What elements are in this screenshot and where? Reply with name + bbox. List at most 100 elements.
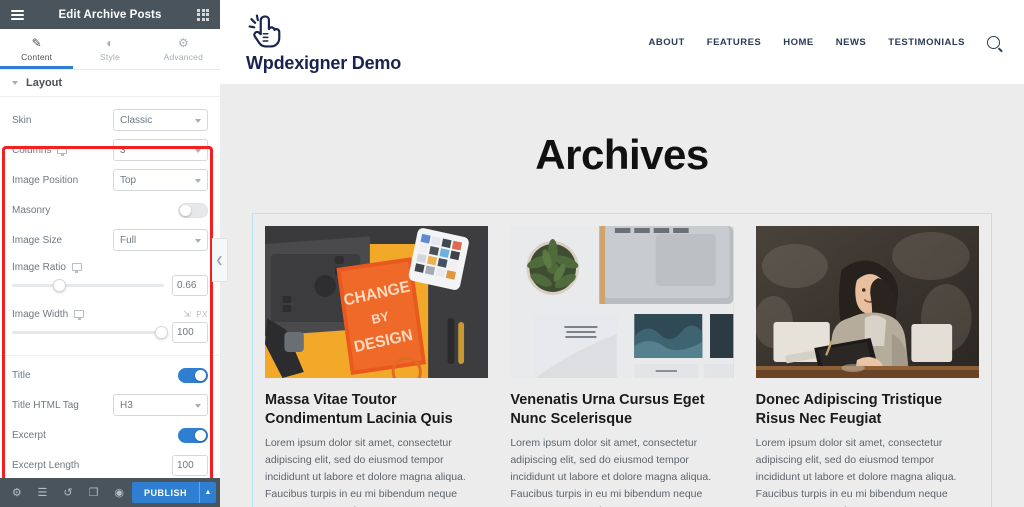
image-width-units: ⇲ PX (183, 309, 208, 320)
control-skin-label: Skin (12, 114, 32, 126)
control-excerpt-length: Excerpt Length (12, 450, 208, 478)
control-image-position-label: Image Position (12, 174, 79, 186)
image-ratio-slider[interactable] (12, 278, 164, 292)
post-title[interactable]: Massa Vitae Toutor Condimentum Lacinia Q… (265, 391, 488, 428)
skin-select[interactable]: Classic (113, 109, 208, 131)
gear-icon: ⚙ (177, 35, 189, 50)
site-header: Wpdexigner Demo ABOUT FEATURES HOME NEWS… (220, 0, 1024, 85)
post-thumbnail[interactable]: CHANGE BY DESIGN (265, 226, 489, 378)
image-position-select[interactable]: Top (113, 169, 208, 191)
section-layout-header[interactable]: Layout (0, 70, 220, 97)
image-width-slider-handle[interactable] (154, 325, 168, 339)
control-image-width-text: Image Width (12, 308, 69, 320)
caret-down-icon (12, 81, 18, 85)
control-title-label: Title (12, 369, 31, 381)
masonry-toggle-knob (180, 204, 191, 216)
preview-canvas: Wpdexigner Demo ABOUT FEATURES HOME NEWS… (220, 0, 1024, 507)
post-image-desk-orange: CHANGE BY DESIGN (265, 226, 489, 378)
image-width-slider[interactable] (12, 325, 168, 339)
archive-posts-widget[interactable]: CHANGE BY DESIGN Massa Vitae Toutor Cond… (252, 213, 992, 507)
hamburger-menu-icon[interactable] (8, 6, 26, 24)
skin-select-wrap: Classic (113, 109, 208, 131)
title-toggle[interactable] (178, 367, 208, 383)
control-title-html-tag-label: Title HTML Tag (12, 399, 79, 411)
pencil-icon: ✎ (31, 35, 42, 50)
nav-item-features[interactable]: FEATURES (707, 37, 762, 48)
columns-select-wrap: 3 (113, 139, 208, 161)
tab-style-label: Style (100, 51, 120, 62)
post-excerpt: Lorem ipsum dolor sit amet, consectetur … (265, 437, 466, 507)
grid-apps-icon[interactable] (194, 6, 212, 24)
tab-style[interactable]: ◐ Style (73, 29, 146, 69)
pointing-hand-icon (248, 13, 281, 48)
post-card[interactable]: Venenatis Urna Cursus Eget Nunc Sceleris… (510, 226, 734, 507)
section-layout-title: Layout (26, 77, 63, 89)
image-width-input[interactable] (172, 322, 208, 343)
units-link-icon[interactable]: ⇲ (183, 309, 191, 320)
title-html-tag-select[interactable]: H3 (113, 394, 208, 416)
tab-content[interactable]: ✎ Content (0, 29, 74, 69)
control-excerpt-length-label: Excerpt Length (12, 459, 80, 471)
caret-up-icon[interactable]: ▲ (199, 482, 216, 503)
control-excerpt: Excerpt (12, 420, 208, 450)
post-thumbnail[interactable] (755, 226, 979, 378)
desktop-icon[interactable] (74, 310, 85, 320)
image-position-select-wrap: Top (113, 169, 208, 191)
image-width-slider-row (12, 322, 208, 349)
desktop-icon[interactable] (57, 146, 68, 156)
panel-collapse-handle[interactable]: ❮ (212, 238, 228, 282)
title-toggle-knob (195, 369, 206, 381)
history-revisions-icon[interactable]: ↺ (55, 478, 81, 507)
masonry-toggle[interactable] (178, 202, 208, 218)
publish-button[interactable]: PUBLISH (131, 482, 199, 503)
control-excerpt-label: Excerpt (12, 429, 46, 441)
preview-eye-icon[interactable]: ◉ (106, 478, 132, 507)
excerpt-length-input[interactable] (172, 454, 208, 476)
image-size-select-wrap: Full (113, 229, 208, 251)
navigator-layers-icon[interactable]: ☰ (30, 478, 56, 507)
image-ratio-input[interactable] (172, 275, 208, 296)
site-brand-name: Wpdexigner Demo (246, 52, 402, 73)
nav-item-news[interactable]: NEWS (836, 37, 867, 48)
tab-advanced-label: Advanced (163, 51, 204, 62)
control-masonry: Masonry (12, 195, 208, 225)
site-nav: ABOUT FEATURES HOME NEWS TESTIMONIALS (648, 35, 1000, 49)
title-html-tag-select-wrap: H3 (113, 394, 208, 416)
publish-group: PUBLISH ▲ (131, 482, 216, 503)
nav-item-about[interactable]: ABOUT (648, 37, 684, 48)
post-title[interactable]: Venenatis Urna Cursus Eget Nunc Sceleris… (510, 391, 733, 428)
image-size-select[interactable]: Full (113, 229, 208, 251)
control-masonry-label: Masonry (12, 204, 51, 216)
image-width-unit-label[interactable]: PX (196, 310, 208, 319)
image-ratio-slider-handle[interactable] (53, 278, 67, 292)
responsive-mode-icon[interactable]: ❐ (81, 478, 107, 507)
half-circle-contrast-icon: ◐ (106, 35, 114, 50)
elementor-editor: Edit Archive Posts ✎ Content ◐ Style ⚙ A… (0, 0, 1024, 507)
post-card[interactable]: Donec Adipiscing Tristique Risus Nec Feu… (755, 226, 979, 507)
post-excerpt: Lorem ipsum dolor sit amet, consectetur … (755, 437, 957, 507)
excerpt-toggle[interactable] (178, 427, 208, 443)
post-image-desk-white (510, 226, 734, 378)
panel-header: Edit Archive Posts (0, 0, 220, 29)
desktop-icon[interactable] (71, 263, 82, 273)
nav-item-home[interactable]: HOME (783, 37, 814, 48)
post-title[interactable]: Donec Adipiscing Tristique Risus Nec Feu… (756, 391, 979, 428)
excerpt-toggle-knob (195, 429, 206, 441)
editor-panel: Edit Archive Posts ✎ Content ◐ Style ⚙ A… (0, 0, 220, 507)
columns-select[interactable]: 3 (113, 139, 208, 161)
layout-controls: Skin Classic Columns 3 Image Position To… (0, 97, 220, 478)
settings-gear-icon[interactable]: ⚙ (4, 478, 30, 507)
control-title-html-tag: Title HTML Tag H3 (12, 390, 208, 420)
control-image-ratio-text: Image Ratio (12, 261, 66, 273)
posts-grid: CHANGE BY DESIGN Massa Vitae Toutor Cond… (253, 226, 991, 507)
control-image-size: Image Size Full (12, 225, 208, 255)
controls-divider (0, 355, 220, 356)
search-icon[interactable] (987, 35, 1000, 49)
post-card[interactable]: CHANGE BY DESIGN Massa Vitae Toutor Cond… (265, 226, 489, 507)
site-brand[interactable]: Wpdexigner Demo (246, 11, 401, 74)
control-columns-label: Columns (12, 145, 68, 156)
control-image-width-label: Image Width (12, 308, 85, 320)
tab-advanced[interactable]: ⚙ Advanced (147, 29, 220, 69)
nav-item-testimonials[interactable]: TESTIMONIALS (888, 37, 965, 48)
post-thumbnail[interactable] (510, 226, 734, 378)
